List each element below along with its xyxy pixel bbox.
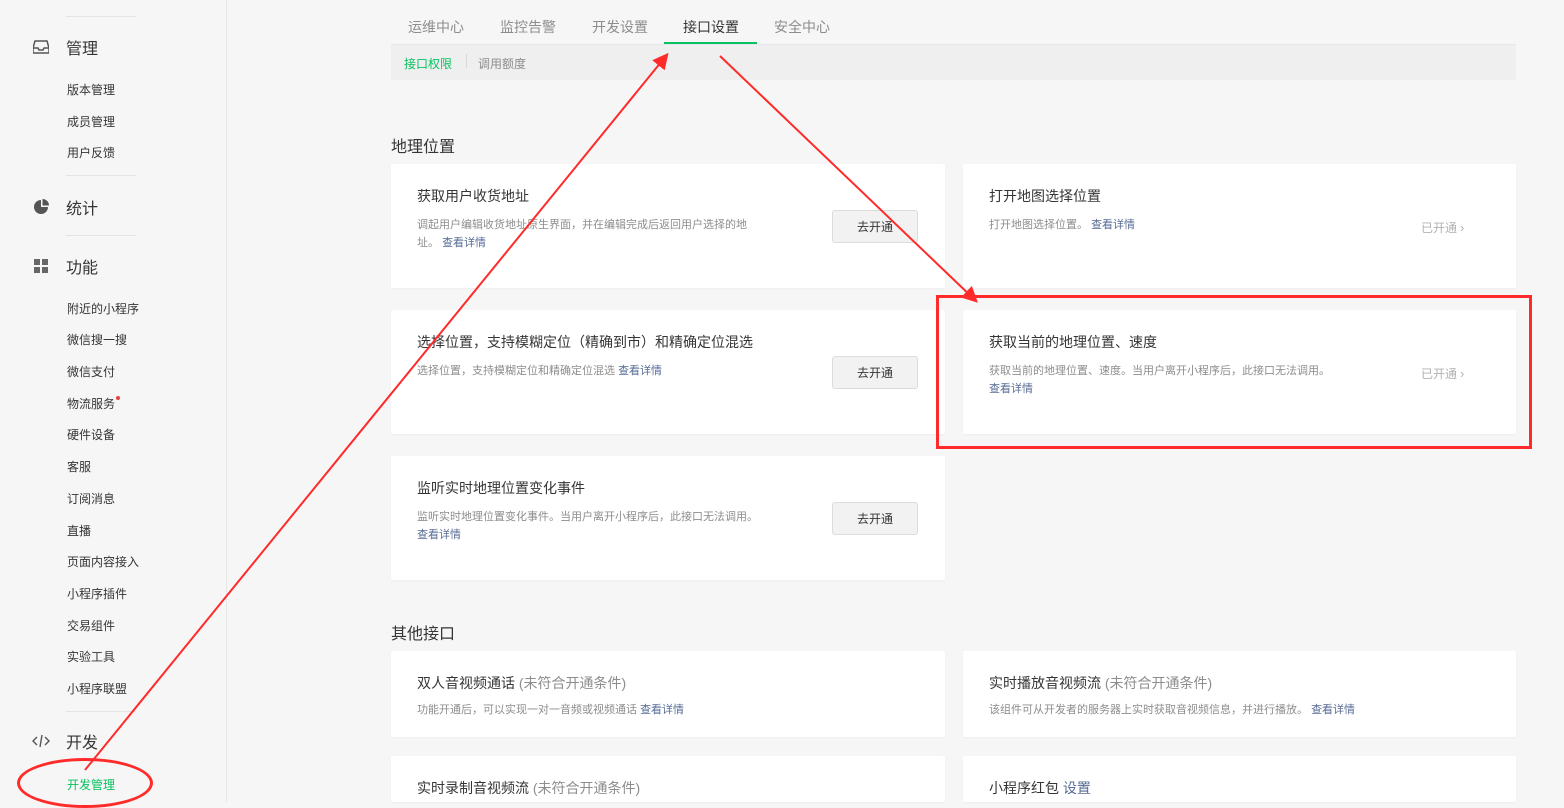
arrow-sidebar-to-tab — [84, 52, 669, 771]
annotation-arrows — [84, 52, 978, 771]
arrow-tab-to-card — [719, 55, 978, 303]
